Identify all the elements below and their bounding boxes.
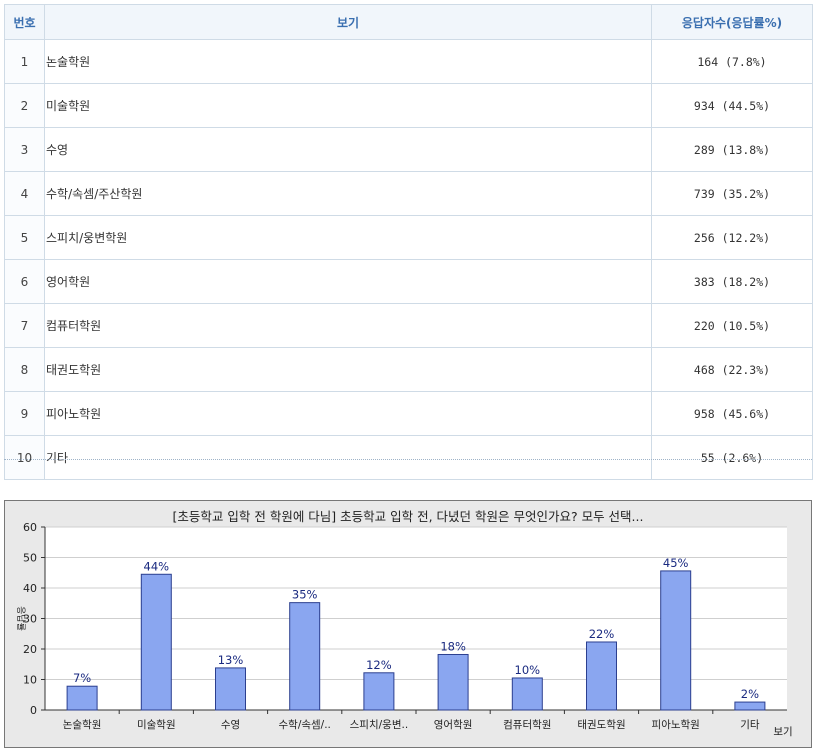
row-option: 피아노학원 [44, 391, 652, 436]
y-tick-label: 40 [23, 582, 37, 595]
table-row: 1 논술학원 164 (7.8%) [4, 39, 813, 84]
y-tick-label: 60 [23, 521, 37, 534]
row-result: 55 (2.6%) [651, 435, 813, 480]
row-result: 958 (45.6%) [651, 391, 813, 436]
data-label: 10% [515, 663, 541, 677]
row-result: 383 (18.2%) [651, 259, 813, 304]
table-row: 8 태권도학원 468 (22.3%) [4, 347, 813, 392]
row-num: 7 [4, 303, 45, 348]
row-option: 논술학원 [44, 39, 652, 84]
row-num: 3 [4, 127, 45, 172]
x-tick-label: 미술학원 [137, 719, 176, 731]
row-option: 영어학원 [44, 259, 652, 304]
table-row: 3 수영 289 (13.8%) [4, 127, 813, 172]
row-result: 289 (13.8%) [651, 127, 813, 172]
data-label: 35% [292, 588, 318, 602]
table-row: 5 스피치/웅변학원 256 (12.2%) [4, 215, 813, 260]
y-tick-label: 50 [23, 552, 37, 565]
x-tick-label: 태권도학원 [577, 719, 625, 731]
bar [289, 602, 321, 711]
x-tick-label: 컴퓨터학원 [503, 719, 551, 731]
x-axis-label: 보기 [773, 726, 792, 738]
x-tick-label: 논술학원 [63, 719, 102, 731]
bar [215, 667, 246, 711]
row-num: 4 [4, 171, 45, 216]
bar [586, 641, 617, 711]
bar [734, 701, 766, 711]
bar-chart-panel: [초등학교 입학 전 학원에 다님] 초등학교 입학 전, 다녔던 학원은 무엇… [4, 500, 812, 748]
bar [363, 672, 395, 711]
row-num: 8 [4, 347, 45, 392]
data-label: 18% [440, 639, 466, 653]
bar [66, 685, 98, 711]
section-divider [4, 459, 812, 460]
y-axis-label: 응답률 [15, 606, 27, 631]
data-label: 22% [589, 627, 615, 641]
row-option: 태권도학원 [44, 347, 652, 392]
bar [437, 653, 469, 711]
data-label: 2% [741, 687, 759, 701]
header-option: 보기 [44, 4, 652, 40]
table-row: 7 컴퓨터학원 220 (10.5%) [4, 303, 813, 348]
header-result: 응답자수(응답률%) [651, 4, 813, 40]
row-result: 164 (7.8%) [651, 39, 813, 84]
bar-chart: 01020304050607%논술학원44%미술학원13%수영35%수학/속셈/… [15, 521, 793, 738]
table-row: 10 기타 55 (2.6%) [4, 435, 813, 480]
x-tick-label: 기타 [740, 719, 760, 731]
row-num: 9 [4, 391, 45, 436]
y-tick-label: 20 [23, 643, 37, 656]
row-num: 6 [4, 259, 45, 304]
data-label: 12% [366, 658, 392, 672]
row-num: 10 [4, 435, 45, 480]
table-row: 6 영어학원 383 (18.2%) [4, 259, 813, 304]
survey-result-table: 번호 보기 응답자수(응답률%) 1 논술학원 164 (7.8%) 2 미술학… [4, 4, 813, 480]
row-option: 기타 [44, 435, 652, 480]
bar [140, 573, 172, 711]
table-row: 4 수학/속셈/주산학원 739 (35.2%) [4, 171, 813, 216]
data-label: 44% [144, 559, 170, 573]
bar [511, 677, 543, 711]
row-result: 934 (44.5%) [651, 83, 813, 128]
x-tick-label: 수영 [221, 719, 240, 731]
row-result: 220 (10.5%) [651, 303, 813, 348]
data-label: 45% [663, 556, 689, 570]
data-label: 7% [73, 671, 91, 685]
data-label: 13% [218, 653, 244, 667]
row-num: 1 [4, 39, 45, 84]
row-result: 256 (12.2%) [651, 215, 813, 260]
row-result: 739 (35.2%) [651, 171, 813, 216]
x-tick-label: 피아노학원 [652, 719, 700, 731]
table-row: 9 피아노학원 958 (45.6%) [4, 391, 813, 436]
row-result: 468 (22.3%) [651, 347, 813, 392]
header-num: 번호 [4, 4, 45, 40]
y-tick-label: 0 [30, 704, 37, 717]
row-option: 스피치/웅변학원 [44, 215, 652, 260]
row-option: 미술학원 [44, 83, 652, 128]
x-tick-label: 수학/속셈/.. [279, 719, 331, 731]
row-option: 수학/속셈/주산학원 [44, 171, 652, 216]
row-option: 수영 [44, 127, 652, 172]
row-num: 5 [4, 215, 45, 260]
y-tick-label: 10 [23, 674, 37, 687]
bar [660, 570, 692, 711]
table-row: 2 미술학원 934 (44.5%) [4, 83, 813, 128]
x-tick-label: 영어학원 [434, 719, 473, 731]
x-tick-label: 스피치/웅변.. [350, 719, 409, 731]
row-option: 컴퓨터학원 [44, 303, 652, 348]
row-num: 2 [4, 83, 45, 128]
table-header-row: 번호 보기 응답자수(응답률%) [4, 4, 813, 40]
